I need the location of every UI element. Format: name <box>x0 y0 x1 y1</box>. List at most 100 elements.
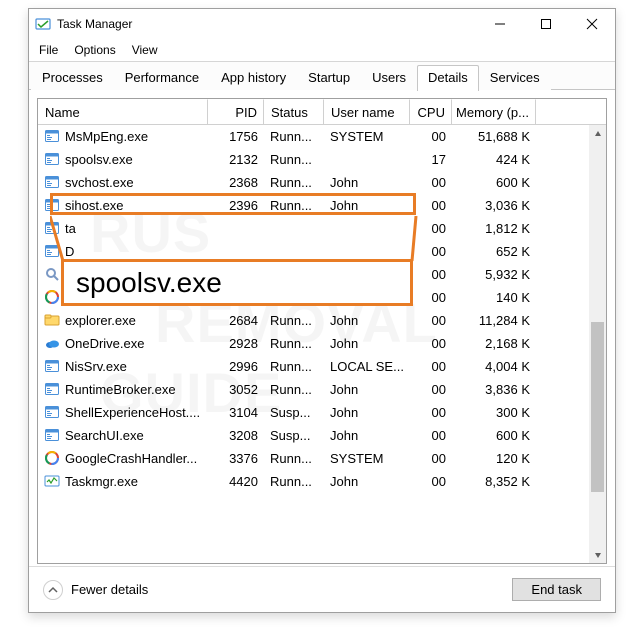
process-icon <box>44 289 60 305</box>
process-user: John <box>324 198 410 213</box>
table-row[interactable]: spoolsv.exe2132Runn...17424 K <box>38 148 606 171</box>
window-title: Task Manager <box>57 17 132 31</box>
process-name: spoolsv.exe <box>65 152 133 167</box>
process-user: SYSTEM <box>324 267 410 282</box>
scroll-up-button[interactable] <box>589 125 606 142</box>
table-row[interactable]: SearchUI.exe3208Susp...John00600 K <box>38 424 606 447</box>
process-name: explorer.exe <box>65 313 136 328</box>
scrollbar[interactable] <box>589 125 606 563</box>
tab-startup[interactable]: Startup <box>297 65 361 90</box>
menu-bar: File Options View <box>29 39 615 61</box>
process-cpu: 00 <box>410 221 452 236</box>
process-memory: 2,168 K <box>452 336 536 351</box>
process-user: John <box>324 382 410 397</box>
watermark: REMOVAL <box>155 290 438 355</box>
process-memory: 300 K <box>452 405 536 420</box>
process-icon <box>44 312 60 328</box>
process-user: John <box>324 428 410 443</box>
process-status: Runn... <box>264 198 324 213</box>
process-pid: 2132 <box>208 152 264 167</box>
process-user: SYSTEM <box>324 451 410 466</box>
process-user: LOCAL SE... <box>324 359 410 374</box>
scroll-thumb[interactable] <box>591 322 604 492</box>
menu-file[interactable]: File <box>39 43 58 57</box>
process-name: ta <box>65 221 76 236</box>
table-row[interactable]: SearchIndexer.exe2436Runn...SYSTEM005,93… <box>38 263 606 286</box>
process-icon <box>44 427 60 443</box>
process-icon <box>44 381 60 397</box>
process-icon <box>44 404 60 420</box>
tab-users[interactable]: Users <box>361 65 417 90</box>
process-cpu: 17 <box>410 152 452 167</box>
process-name: SearchUI.exe <box>65 428 144 443</box>
window-controls <box>477 9 615 39</box>
app-icon <box>35 16 51 32</box>
tab-performance[interactable]: Performance <box>114 65 210 90</box>
table-row[interactable]: GoogleCrashHandler...3376Runn...SYSTEM00… <box>38 447 606 470</box>
process-cpu: 00 <box>410 267 452 282</box>
tab-app-history[interactable]: App history <box>210 65 297 90</box>
process-memory: 1,812 K <box>452 221 536 236</box>
tab-services[interactable]: Services <box>479 65 551 90</box>
process-icon <box>44 473 60 489</box>
process-icon <box>44 128 60 144</box>
process-pid: 1756 <box>208 129 264 144</box>
process-user: John <box>324 405 410 420</box>
tab-details[interactable]: Details <box>417 65 479 91</box>
process-memory: 51,688 K <box>452 129 536 144</box>
process-icon <box>44 266 60 282</box>
col-user[interactable]: User name <box>324 99 410 125</box>
watermark: RUS <box>90 200 211 265</box>
chevron-up-icon <box>43 580 63 600</box>
list-header[interactable]: Name PID Status User name CPU Memory (p.… <box>38 99 606 125</box>
process-user: SYSTEM <box>324 129 410 144</box>
menu-options[interactable]: Options <box>74 43 115 57</box>
process-memory: 652 K <box>452 244 536 259</box>
table-row[interactable]: MsMpEng.exe1756Runn...SYSTEM0051,688 K <box>38 125 606 148</box>
process-pid: 3376 <box>208 451 264 466</box>
process-cpu: 00 <box>410 244 452 259</box>
process-name: MsMpEng.exe <box>65 129 148 144</box>
process-status: Runn... <box>264 267 324 282</box>
watermark: GUIDE <box>100 360 282 425</box>
process-icon <box>44 151 60 167</box>
process-cpu: 00 <box>410 129 452 144</box>
col-pid[interactable]: PID <box>208 99 264 125</box>
process-status: Runn... <box>264 175 324 190</box>
process-memory: 3,036 K <box>452 198 536 213</box>
col-name[interactable]: Name <box>38 99 208 125</box>
process-cpu: 00 <box>410 198 452 213</box>
scroll-down-button[interactable] <box>589 546 606 563</box>
process-user: John <box>324 474 410 489</box>
minimize-button[interactable] <box>477 9 523 39</box>
process-user: John <box>324 175 410 190</box>
end-task-button[interactable]: End task <box>512 578 601 601</box>
process-status: Runn... <box>264 451 324 466</box>
process-icon <box>44 335 60 351</box>
table-row[interactable]: Taskmgr.exe4420Runn...John008,352 K <box>38 470 606 493</box>
scroll-track[interactable] <box>589 142 606 546</box>
process-pid: 3208 <box>208 428 264 443</box>
menu-view[interactable]: View <box>132 43 158 57</box>
process-cpu: 00 <box>410 474 452 489</box>
maximize-button[interactable] <box>523 9 569 39</box>
table-row[interactable]: svchost.exe2368Runn...John00600 K <box>38 171 606 194</box>
process-pid: 2396 <box>208 198 264 213</box>
process-memory: 4,004 K <box>452 359 536 374</box>
col-memory[interactable]: Memory (p... <box>452 99 536 125</box>
process-icon <box>44 174 60 190</box>
process-cpu: 00 <box>410 382 452 397</box>
titlebar[interactable]: Task Manager <box>29 9 615 39</box>
fewer-details-button[interactable]: Fewer details <box>43 580 148 600</box>
col-status[interactable]: Status <box>264 99 324 125</box>
process-memory: 140 K <box>452 290 536 305</box>
process-status: Susp... <box>264 428 324 443</box>
process-pid: 2368 <box>208 175 264 190</box>
process-pid: 4420 <box>208 474 264 489</box>
process-memory: 5,932 K <box>452 267 536 282</box>
col-cpu[interactable]: CPU <box>410 99 452 125</box>
process-memory: 11,284 K <box>452 313 536 328</box>
close-button[interactable] <box>569 9 615 39</box>
tab-processes[interactable]: Processes <box>31 65 114 90</box>
process-cpu: 00 <box>410 175 452 190</box>
